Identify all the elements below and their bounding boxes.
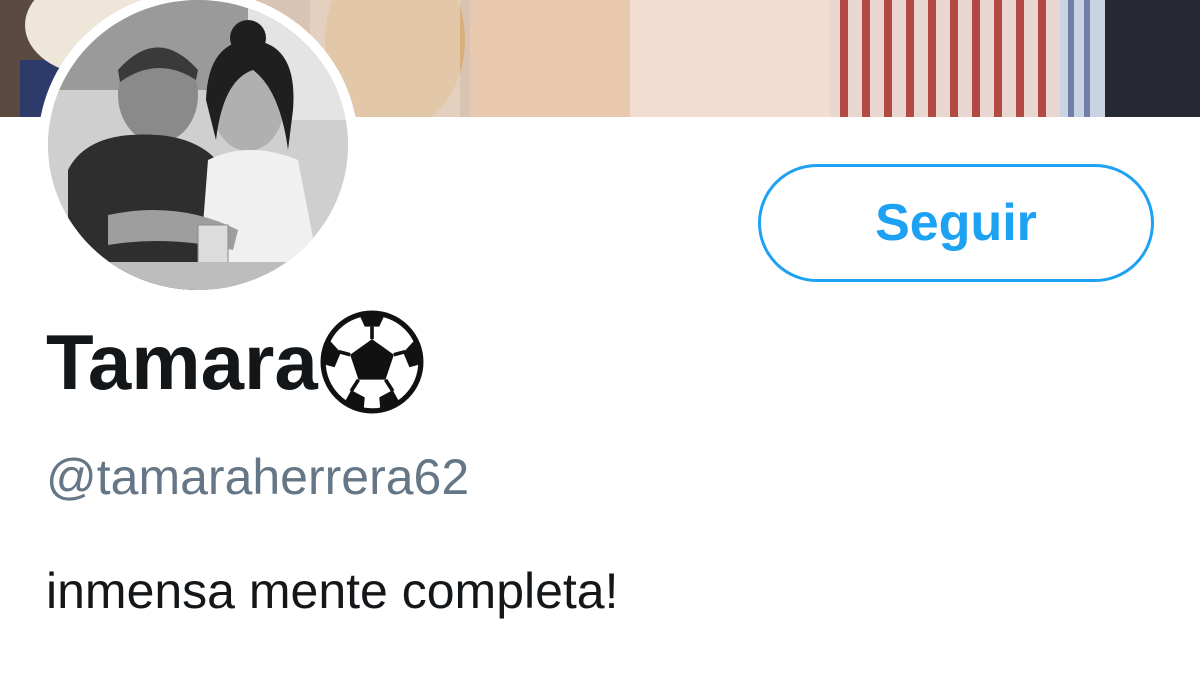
follow-button[interactable]: Seguir xyxy=(758,164,1154,282)
avatar-photo xyxy=(48,0,348,290)
profile-page: Seguir Tamara @tamaraherrera62 inmensa m… xyxy=(0,0,1200,675)
profile-name-row: Tamara xyxy=(46,310,424,414)
profile-display-name: Tamara xyxy=(46,317,318,406)
profile-avatar[interactable] xyxy=(38,0,358,300)
profile-handle: @tamaraherrera62 xyxy=(46,449,470,505)
soccer-ball-icon xyxy=(320,310,424,414)
profile-bio: inmensa mente completa! xyxy=(46,563,619,619)
